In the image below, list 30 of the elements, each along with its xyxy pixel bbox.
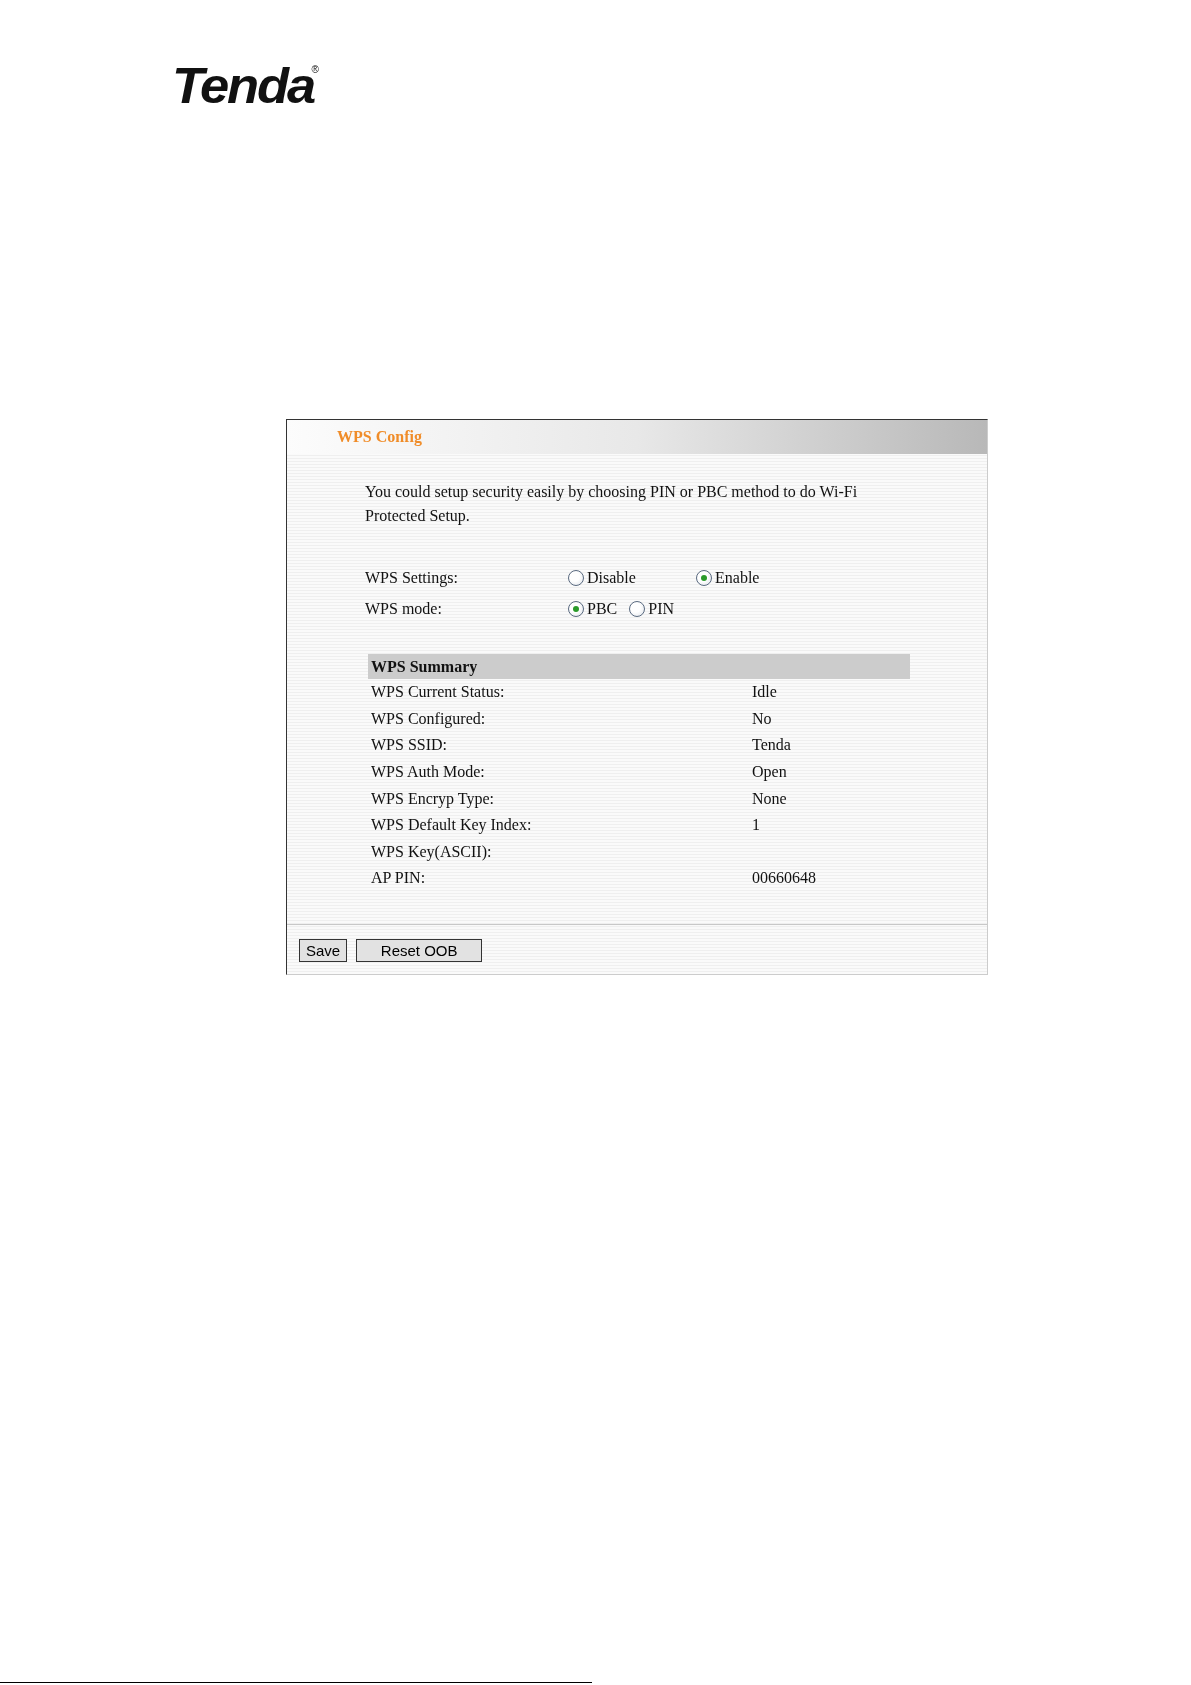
radio-button[interactable] (629, 600, 646, 617)
radio-label: PBC (587, 599, 618, 618)
summary-label: WPS Default Key Index: (371, 816, 533, 835)
field-label: WPS Settings: (365, 568, 459, 587)
panel-title: WPS Config (337, 428, 422, 446)
summary-label: WPS Auth Mode: (371, 763, 486, 782)
summary-value: Open (752, 763, 787, 782)
summary-label: WPS Key(ASCII): (371, 842, 493, 861)
radio-button[interactable] (568, 600, 584, 617)
summary-value: Tenda (752, 736, 791, 755)
summary-label: WPS SSID: (371, 736, 449, 755)
reset-button[interactable]: Reset OOB (356, 938, 483, 962)
summary-label: AP PIN: (371, 869, 427, 888)
field-label: WPS mode: (365, 599, 443, 618)
summary-value: No (752, 709, 772, 728)
intro-text: You could setup security easily by choosing PIN or PBC method to do Wi-Fi Protected Setup. (365, 482, 859, 527)
radio-button[interactable] (696, 569, 712, 586)
radio-label: Enable (715, 568, 760, 587)
summary-label: WPS Encryp Type: (371, 789, 495, 808)
summary-value: Idle (752, 683, 777, 702)
summary-header: WPS Summary (368, 654, 910, 679)
save-button[interactable]: Save (299, 938, 348, 962)
radio-label: PIN (648, 599, 675, 618)
summary-label: WPS Current Status: (371, 683, 506, 702)
summary-label: WPS Configured: (371, 709, 487, 728)
summary-value: 1 (752, 816, 760, 835)
summary-value: 00660648 (752, 869, 816, 888)
radio-button[interactable] (568, 569, 584, 586)
summary-value: None (752, 789, 787, 808)
radio-label: Disable (587, 568, 636, 587)
